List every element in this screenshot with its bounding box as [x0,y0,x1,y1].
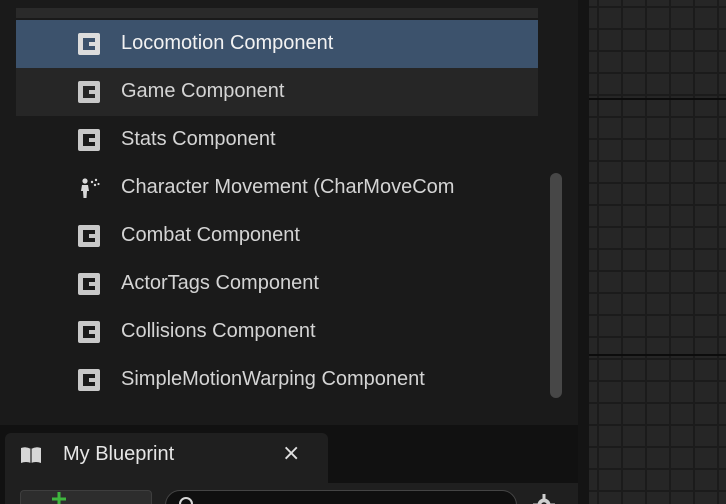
component-row-character-movement[interactable]: Character Movement (CharMoveCom [16,164,538,212]
component-row-locomotion[interactable]: Locomotion Component [16,20,538,68]
component-label: ActorTags Component [121,272,319,294]
blueprint-graph-canvas[interactable] [589,0,726,504]
tab-label: My Blueprint [63,443,175,465]
component-label: Stats Component [121,128,276,150]
search-input[interactable] [165,490,517,504]
component-class-icon [78,129,100,151]
component-list-scrollbar[interactable] [550,173,562,398]
graph-major-gridline [589,98,726,100]
component-class-icon [78,321,100,343]
panel-top-edge [16,8,538,18]
add-button[interactable] [20,490,152,504]
component-class-icon [78,369,100,391]
component-row-stats[interactable]: Stats Component [16,116,538,164]
component-label: SimpleMotionWarping Component [121,368,425,390]
component-row-combat[interactable]: Combat Component [16,212,538,260]
character-movement-icon [81,178,100,198]
close-icon[interactable]: × [282,441,300,466]
panel-divider[interactable] [578,0,589,504]
components-panel: Locomotion Component Game Component Stat… [0,0,578,425]
component-class-icon [78,225,100,247]
component-label: Character Movement (CharMoveCom [121,176,455,198]
component-label: Combat Component [121,224,300,246]
component-list: Locomotion Component Game Component Stat… [16,20,538,404]
graph-major-gridline [589,354,726,356]
plus-icon [52,492,66,504]
component-label: Collisions Component [121,320,316,342]
component-row-actortags[interactable]: ActorTags Component [16,260,538,308]
component-class-icon [78,273,100,295]
component-class-icon [78,33,100,55]
component-class-icon [78,81,100,103]
book-icon [21,447,41,463]
component-row-collisions[interactable]: Collisions Component [16,308,538,356]
search-icon [179,497,193,504]
gear-icon[interactable] [533,494,555,504]
component-row-game[interactable]: Game Component [16,68,538,116]
component-label: Locomotion Component [121,32,334,54]
component-row-simplemotionwarping[interactable]: SimpleMotionWarping Component [16,356,538,404]
component-label: Game Component [121,80,285,102]
